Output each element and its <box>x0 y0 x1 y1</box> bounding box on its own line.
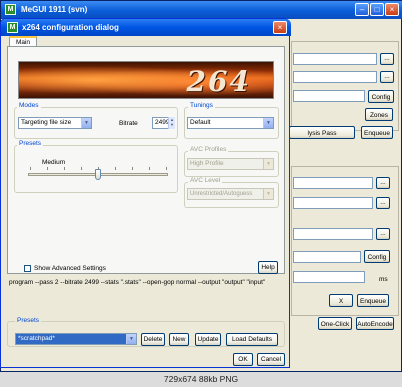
load-defaults-button[interactable]: Load Defaults <box>226 333 278 346</box>
megui-video-input-browse[interactable]: ... <box>380 53 394 65</box>
avc-level-value: Unrestricted/Autoguess <box>190 191 253 197</box>
megui-video-output-browse[interactable]: ... <box>380 71 394 83</box>
mode-select-value: Targeting file size <box>21 119 72 126</box>
megui-audio-extra-browse[interactable]: ... <box>376 197 390 209</box>
tunings-select[interactable]: Default ▼ <box>187 117 274 129</box>
delete-preset-button[interactable]: Delete <box>141 333 165 346</box>
main-tab-panel: 264 Modes Targeting file size ▼ Bitrate … <box>7 46 285 274</box>
image-caption: 729x674 88kb PNG <box>0 372 402 387</box>
show-advanced-label[interactable]: Show Advanced Settings <box>34 265 106 272</box>
chevron-down-icon[interactable]: ▼ <box>81 118 91 128</box>
chevron-down-icon[interactable]: ▼ <box>263 118 273 128</box>
new-preset-button[interactable]: New <box>169 333 189 346</box>
megui-title: MeGUI 1911 (svn) <box>21 5 88 14</box>
megui-autoencode-button[interactable]: AutoEncode <box>356 317 394 330</box>
megui-video-input[interactable] <box>293 53 377 65</box>
ok-button[interactable]: OK <box>233 353 253 366</box>
presets-slider-label: Presets <box>17 140 44 147</box>
maximize-icon[interactable]: □ <box>370 3 384 16</box>
chevron-down-icon[interactable]: ▼ <box>126 334 136 344</box>
chevron-down-icon: ▼ <box>263 189 273 199</box>
megui-enqueue-button[interactable]: Enqueue <box>361 126 393 139</box>
megui-config-button[interactable]: Config <box>368 90 394 103</box>
update-preset-button[interactable]: Update <box>195 333 221 346</box>
close-icon[interactable]: × <box>385 3 399 16</box>
megui-audio-extra[interactable] <box>293 197 373 209</box>
preset-select-value: *scratchpad* <box>18 335 55 342</box>
tunings-select-value: Default <box>190 119 211 126</box>
megui-ms-label: ms <box>379 276 388 283</box>
tunings-group-label: Tunings <box>188 102 215 109</box>
minimize-icon[interactable]: – <box>355 3 369 16</box>
preset-select[interactable]: *scratchpad* ▼ <box>15 333 137 345</box>
megui-delay-field[interactable] <box>293 271 365 283</box>
mode-select[interactable]: Targeting file size ▼ <box>18 117 92 129</box>
bitrate-stepper[interactable]: ▲ ▼ <box>168 117 175 129</box>
megui-clear-button[interactable]: X <box>329 294 353 307</box>
megui-titlebar[interactable]: MeGUI 1911 (svn) <box>1 1 402 19</box>
command-line-preview: program --pass 2 --bitrate 2499 --stats … <box>7 276 285 298</box>
avc-profile-select[interactable]: High Profile ▼ <box>187 158 274 170</box>
preset-slider-thumb[interactable] <box>95 169 101 180</box>
megui-audio-input[interactable] <box>293 177 373 189</box>
avc-profile-value: High Profile <box>190 160 224 167</box>
show-advanced-checkbox[interactable] <box>24 265 31 272</box>
megui-audio-input-browse[interactable]: ... <box>376 177 390 189</box>
cancel-button[interactable]: Cancel <box>257 353 285 366</box>
megui-audio-enqueue-button[interactable]: Enqueue <box>357 294 389 307</box>
presets-bottom-label: Presets <box>15 317 42 324</box>
dialog-titlebar[interactable]: x264 configuration dialog <box>1 19 291 36</box>
preset-slider[interactable] <box>28 167 168 183</box>
megui-analysis-pass-button[interactable]: lysis Pass <box>289 126 355 139</box>
megui-zones-button[interactable]: Zones <box>365 108 393 121</box>
banner-logo-text: 264 <box>186 65 251 98</box>
chevron-down-icon: ▼ <box>263 159 273 169</box>
megui-one-click-button[interactable]: One-Click <box>318 317 352 330</box>
megui-audio-codec-select[interactable] <box>293 251 361 263</box>
megui-codec-select[interactable] <box>293 90 365 102</box>
megui-app-icon: M <box>5 4 16 15</box>
megui-video-output[interactable] <box>293 71 377 83</box>
megui-audio-output-browse[interactable]: ... <box>376 228 390 240</box>
megui-audio-config-button[interactable]: Config <box>364 250 390 263</box>
x264-config-dialog: x264 configuration dialog M × Main 264 M… <box>0 18 291 368</box>
help-button[interactable]: Help <box>258 261 278 274</box>
x264-banner-image: 264 <box>18 61 274 99</box>
megui-audio-output[interactable] <box>293 228 373 240</box>
avc-level-label: AVC Level <box>188 177 223 184</box>
dialog-title: x264 configuration dialog <box>22 23 119 32</box>
preset-level-label: Medium <box>42 159 66 166</box>
modes-group-label: Modes <box>17 102 41 109</box>
dialog-close-icon[interactable]: × <box>273 21 287 34</box>
dialog-app-icon: M <box>7 22 18 33</box>
avc-level-select[interactable]: Unrestricted/Autoguess ▼ <box>187 188 274 200</box>
avc-profiles-label: AVC Profiles <box>188 146 229 153</box>
bitrate-label: Bitrate <box>119 120 138 127</box>
